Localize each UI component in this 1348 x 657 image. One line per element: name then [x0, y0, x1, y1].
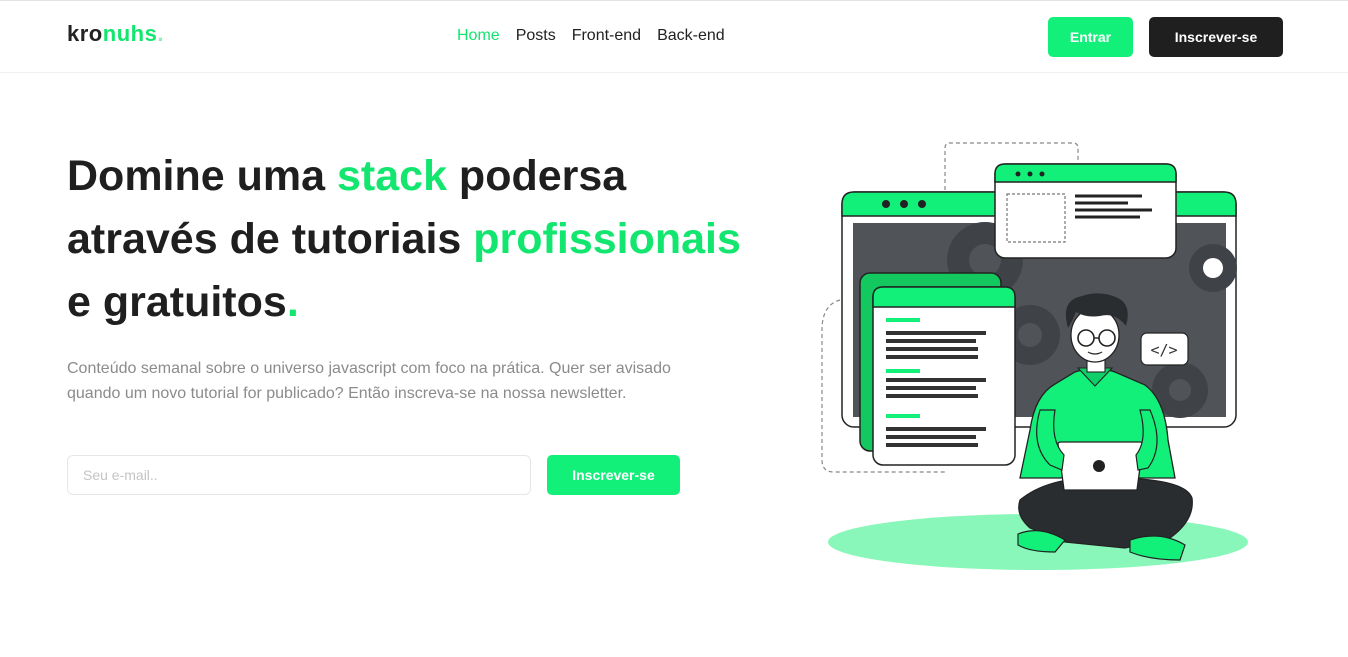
- title-accent-profissionais: profissionais: [473, 215, 741, 263]
- signup-button[interactable]: Inscrever-se: [1149, 17, 1283, 57]
- nav-front-end[interactable]: Front-end: [572, 27, 641, 45]
- developer-illustration: </>: [821, 142, 1248, 570]
- site-header: kronuhs. Home Posts Front-end Back-end E…: [0, 1, 1348, 73]
- logo[interactable]: kronuhs.: [67, 21, 164, 47]
- nav-home[interactable]: Home: [457, 27, 500, 45]
- hero-description: Conteúdo semanal sobre o universo javasc…: [67, 360, 671, 402]
- hero-title: Domine uma stack podersa através de tuto…: [67, 145, 747, 334]
- title-accent-stack: stack: [337, 152, 447, 200]
- nav-posts[interactable]: Posts: [516, 27, 556, 45]
- code-tag-text: </>: [1150, 341, 1177, 359]
- nav-back-end[interactable]: Back-end: [657, 27, 725, 45]
- title-part-1: Domine uma: [67, 152, 337, 200]
- email-input[interactable]: [67, 455, 531, 495]
- main-nav: Home Posts Front-end Back-end: [457, 27, 725, 45]
- newsletter-signup-button[interactable]: Inscrever-se: [547, 455, 680, 495]
- logo-part-2: nuhs: [102, 21, 158, 46]
- title-accent-dot: .: [286, 278, 299, 326]
- logo-part-3: .: [157, 21, 164, 46]
- login-button[interactable]: Entrar: [1048, 17, 1133, 57]
- logo-part-1: kro: [67, 21, 103, 46]
- title-part-5: e gratuitos: [67, 278, 287, 326]
